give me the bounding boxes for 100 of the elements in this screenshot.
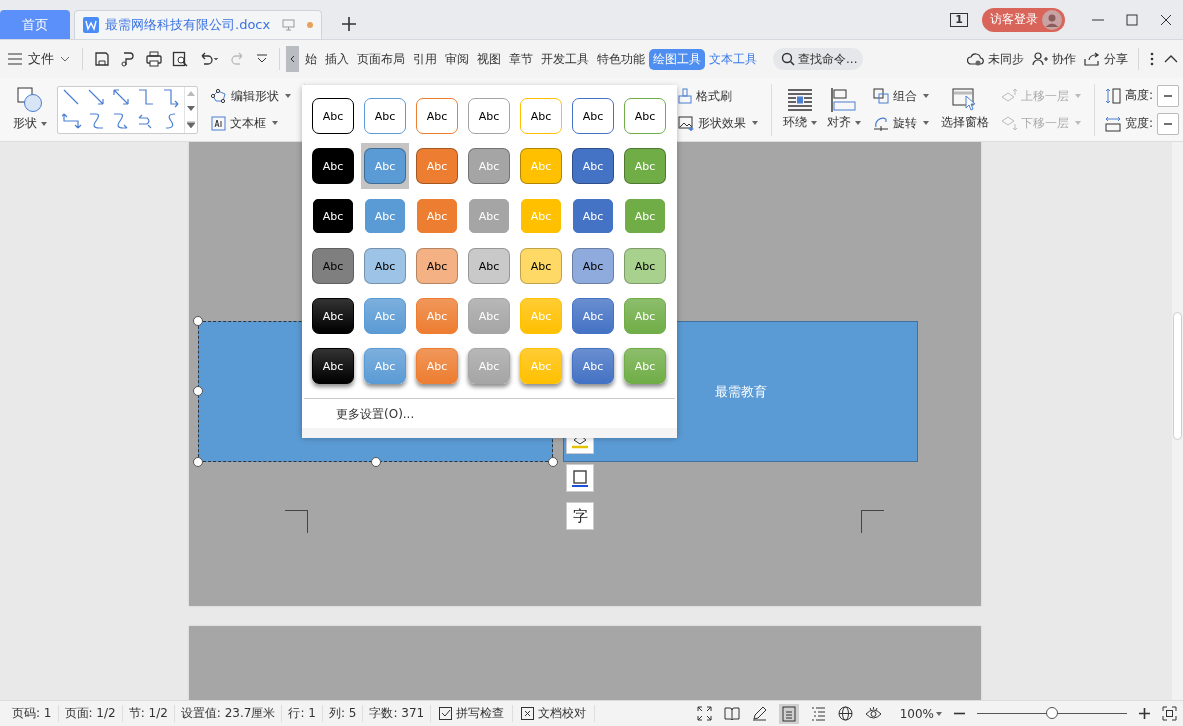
resize-handle[interactable]: [548, 457, 558, 467]
text-tool-button[interactable]: 字: [566, 502, 594, 530]
menu-tab[interactable]: 页面布局: [353, 48, 409, 70]
menu-tab[interactable]: 引用: [409, 48, 441, 70]
shape-style-swatch[interactable]: Abc: [312, 148, 354, 184]
height-label: 高度:: [1124, 87, 1153, 104]
search-field[interactable]: 查找命令...: [773, 48, 863, 70]
fit-page-icon[interactable]: [1162, 706, 1177, 721]
more-settings-item[interactable]: 更多设置(O)...: [302, 399, 677, 438]
outline-color-icon[interactable]: [566, 464, 594, 492]
format-painter-button[interactable]: 格式刷: [675, 85, 762, 107]
outline-view-icon[interactable]: [810, 706, 826, 721]
shape-style-swatch[interactable]: Abc: [624, 98, 666, 134]
shape-style-swatch[interactable]: Abc: [312, 298, 354, 334]
save-icon[interactable]: [94, 51, 110, 67]
new-tab-icon[interactable]: [342, 17, 356, 31]
height-field[interactable]: [1157, 84, 1179, 107]
resize-handle[interactable]: [193, 316, 203, 326]
caret-icon: [811, 120, 817, 125]
menu-tab[interactable]: 审阅: [441, 48, 473, 70]
toolbar-action[interactable]: 协作: [1032, 50, 1076, 68]
zoom-slider-thumb[interactable]: [1046, 707, 1058, 719]
wrap-button[interactable]: 环绕: [778, 88, 822, 131]
chevron-down-icon: [60, 56, 70, 62]
maximize-icon[interactable]: [1126, 13, 1138, 26]
toolbar-action[interactable]: 未同步: [967, 50, 1024, 68]
resize-handle[interactable]: [193, 457, 203, 467]
align-button[interactable]: 对齐: [822, 88, 866, 131]
shape-style-swatch[interactable]: Abc: [312, 98, 354, 134]
edit-points-icon: [211, 89, 227, 103]
shape-effects-button[interactable]: 形状效果: [675, 112, 762, 134]
resize-handle[interactable]: [371, 457, 381, 467]
avatar-icon: [1042, 9, 1062, 30]
shape-style-swatch[interactable]: Abc: [520, 98, 562, 134]
checkbox-tick-icon: [439, 707, 453, 720]
status-button[interactable]: 拼写检查: [431, 705, 514, 722]
shape-style-swatch[interactable]: Abc: [572, 298, 614, 334]
shape-style-swatch[interactable]: Abc: [520, 248, 562, 284]
status-item: 行: 1: [282, 705, 323, 722]
customize-caret-icon[interactable]: [256, 54, 268, 64]
width-field[interactable]: [1157, 112, 1179, 135]
scroll-down-icon[interactable]: [187, 106, 195, 111]
book-icon[interactable]: [723, 706, 740, 721]
shape-style-swatch[interactable]: Abc: [312, 348, 354, 384]
shape-style-swatch[interactable]: Abc: [416, 248, 458, 284]
shape-style-swatch[interactable]: Abc: [573, 199, 613, 233]
shape-style-swatch[interactable]: Abc: [364, 98, 406, 134]
selection-pane-button[interactable]: 选择窗格: [936, 88, 994, 131]
chevron-left-icon: [290, 55, 295, 63]
zoom-in-icon[interactable]: [1139, 708, 1150, 719]
page-count-badge[interactable]: 1: [950, 12, 968, 27]
rotate-icon: [873, 115, 889, 131]
vertical-scrollbar[interactable]: [1172, 142, 1183, 700]
login-button[interactable]: 访客登录: [982, 7, 1065, 32]
page-view-icon[interactable]: [778, 703, 799, 724]
print-icon[interactable]: [146, 51, 162, 67]
shape-style-swatch[interactable]: Abc: [572, 98, 614, 134]
document-tab[interactable]: 最需网络科技有限公司.docx: [74, 10, 322, 39]
print-preview-icon[interactable]: [172, 51, 188, 67]
menu-tab[interactable]: 文本工具: [705, 48, 761, 70]
rotate-button[interactable]: 旋转: [870, 112, 932, 134]
fullscreen-icon[interactable]: [696, 706, 712, 721]
shape-style-swatch[interactable]: Abc: [416, 98, 458, 134]
caret-icon: [272, 121, 278, 125]
shape-style-swatch[interactable]: Abc: [572, 248, 614, 284]
box-cross-icon: [521, 707, 535, 720]
pen-icon[interactable]: [751, 706, 767, 721]
menu-tab[interactable]: 章节: [505, 48, 537, 70]
shape-style-swatch[interactable]: Abc: [313, 199, 353, 233]
shape-style-swatch[interactable]: Abc: [312, 248, 354, 284]
shape-style-swatch[interactable]: Abc: [624, 248, 666, 284]
status-button[interactable]: 文档校对: [513, 705, 596, 722]
line-shapes-gallery[interactable]: [57, 85, 198, 134]
shape-style-swatch[interactable]: Abc: [572, 148, 614, 184]
menu-tab[interactable]: 开发工具: [537, 48, 593, 70]
close-icon[interactable]: [1160, 13, 1172, 26]
selection-pane-icon: [952, 88, 978, 112]
resize-handle[interactable]: [193, 386, 203, 396]
menu-tab[interactable]: 视图: [473, 48, 505, 70]
file-menu[interactable]: 文件: [8, 50, 76, 68]
globe-icon[interactable]: [837, 706, 853, 721]
shape-style-swatch[interactable]: Abc: [468, 98, 510, 134]
shape-button[interactable]: 形状: [8, 87, 52, 132]
collapse-ribbon-icon[interactable]: [1164, 55, 1178, 63]
expand-gallery-icon[interactable]: [187, 120, 195, 128]
more-icon[interactable]: [1150, 52, 1154, 66]
shape-style-swatch[interactable]: Abc: [572, 348, 614, 384]
caret-icon: [855, 120, 861, 125]
zoom-level-dropdown[interactable]: 100%: [899, 706, 942, 721]
menu-tab[interactable]: 特色功能: [593, 48, 649, 70]
toolbar-action[interactable]: 分享: [1084, 50, 1128, 68]
menu-tab[interactable]: 始: [301, 48, 321, 70]
edit-shape-button[interactable]: 编辑形状: [208, 85, 294, 107]
caret-icon: [1075, 94, 1081, 98]
shape-style-swatch[interactable]: Abc: [364, 248, 406, 284]
menu-tab[interactable]: 插入: [321, 48, 353, 70]
shape-style-swatch[interactable]: Abc: [468, 248, 510, 284]
text-box-button[interactable]: 文本框: [208, 112, 294, 134]
group-button[interactable]: 组合: [870, 85, 932, 107]
eye-icon[interactable]: [864, 706, 882, 721]
